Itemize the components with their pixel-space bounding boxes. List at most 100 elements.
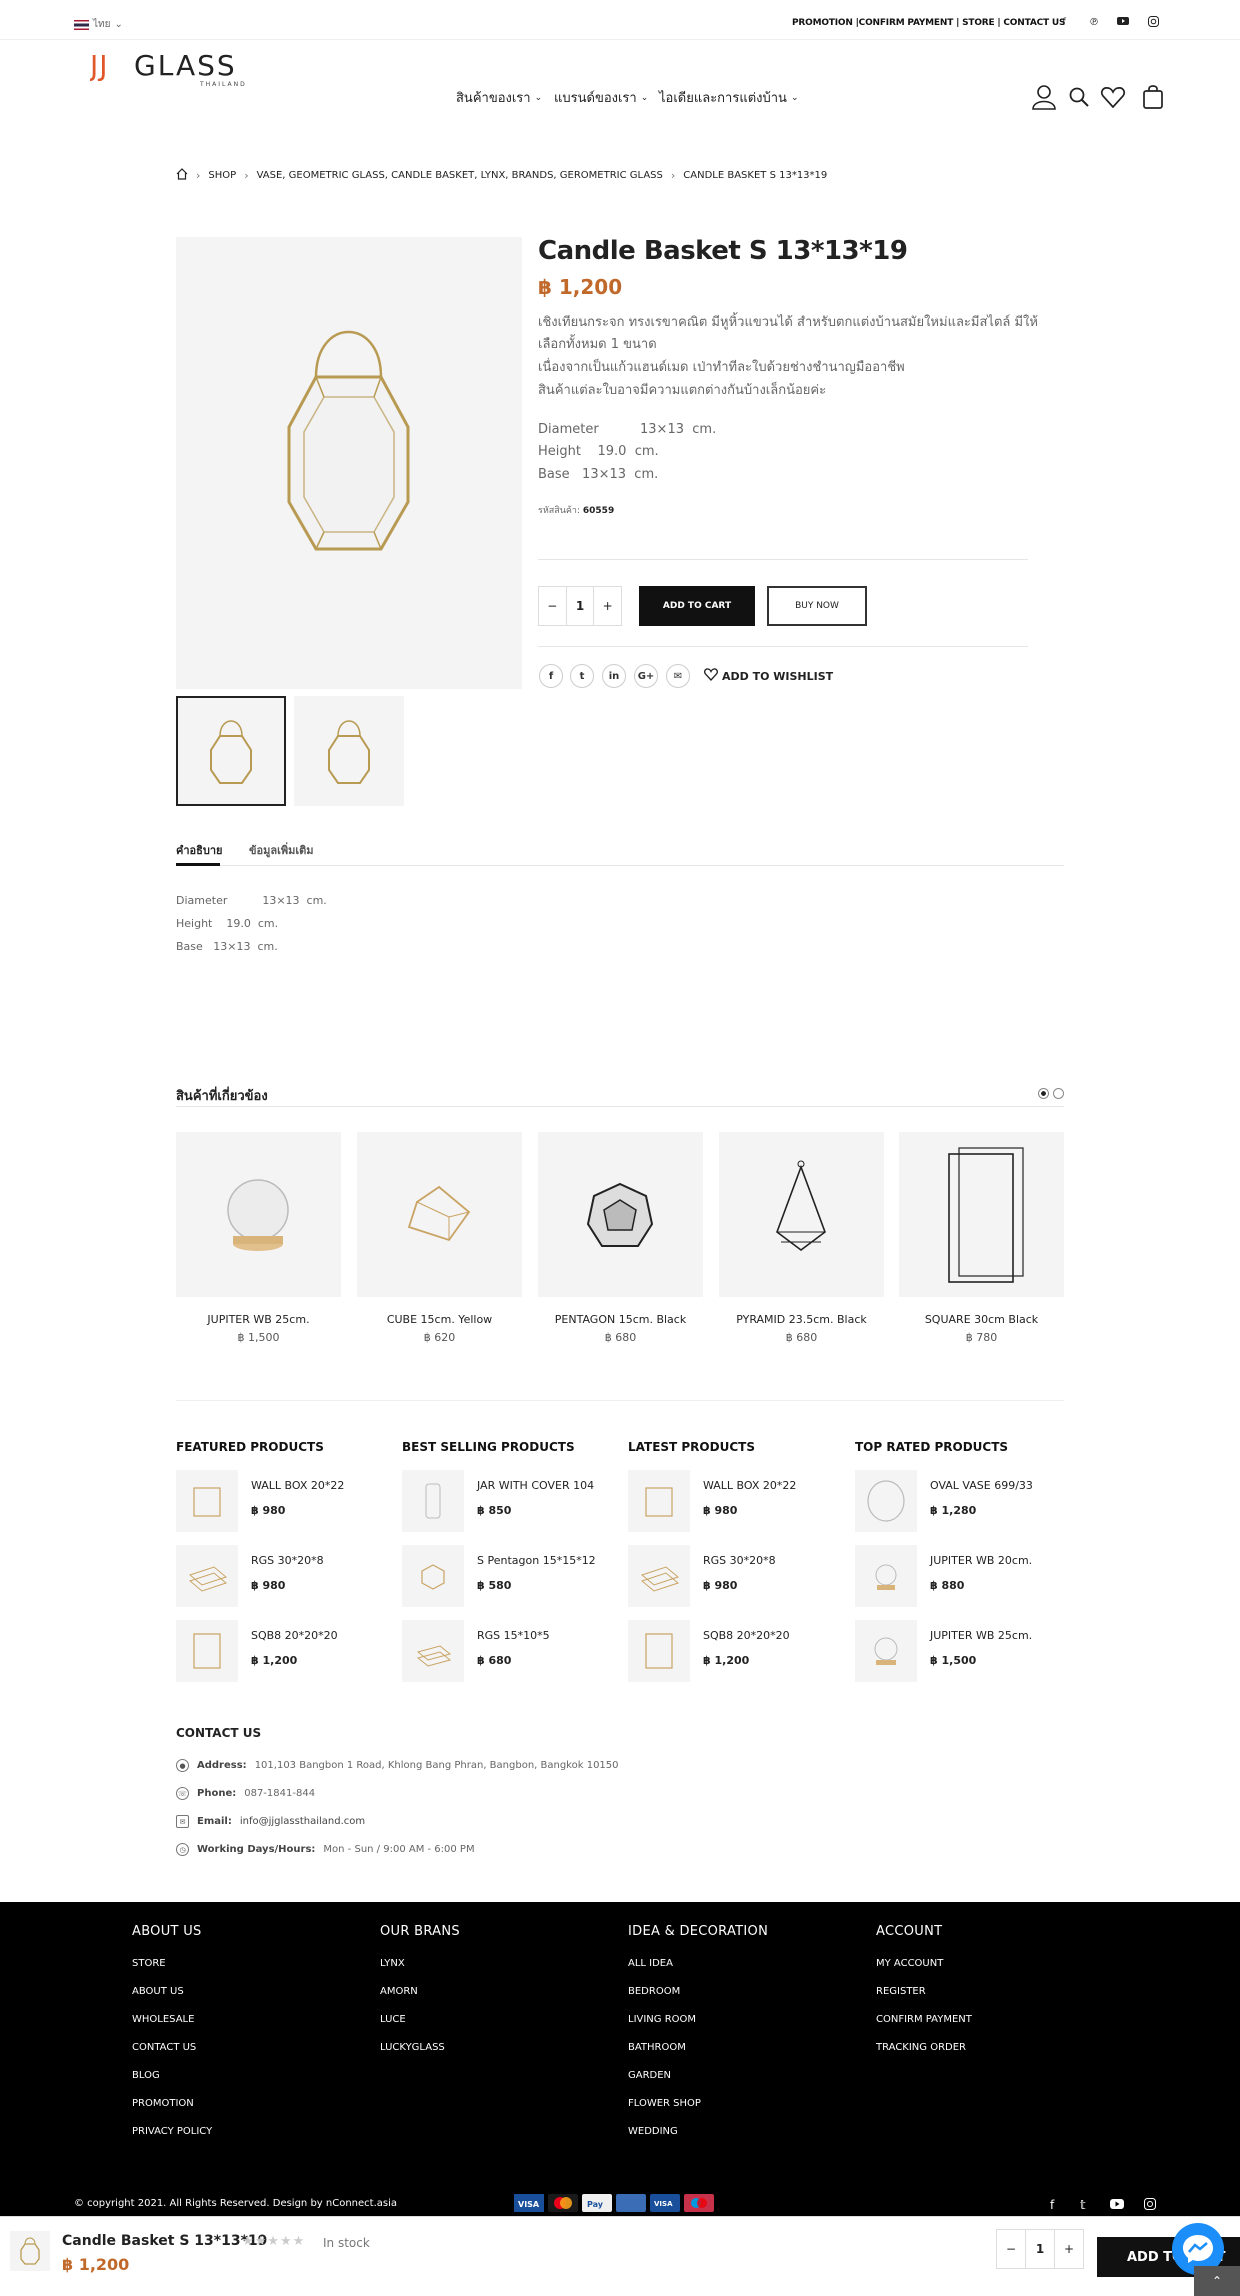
product-name[interactable]: RGS 30*20*8 (703, 1554, 776, 1567)
carousel-dot-active[interactable] (1038, 1088, 1049, 1099)
quantity-stepper[interactable]: − 1 + (538, 586, 622, 626)
widget-product[interactable]: OVAL VASE 699/33 ฿ 1,280 (855, 1470, 1065, 1532)
plus-icon[interactable]: + (1055, 2230, 1083, 2268)
wishlist-heart-icon[interactable] (1100, 84, 1126, 110)
widget-product[interactable]: RGS 15*10*5 ฿ 680 (402, 1620, 612, 1682)
product-thumbnail[interactable] (402, 1620, 464, 1682)
language-switcher[interactable]: ไทย ⌄ (74, 17, 123, 32)
footer-link[interactable]: PROMOTION (132, 2098, 194, 2109)
twitter-share-icon[interactable]: t (570, 664, 594, 688)
footer-link[interactable]: PRIVACY POLICY (132, 2126, 212, 2137)
product-thumbnail[interactable] (628, 1545, 690, 1607)
product-name[interactable]: JUPITER WB 25cm. (176, 1313, 341, 1326)
product-image[interactable] (176, 1132, 341, 1297)
product-thumbnail[interactable] (855, 1620, 917, 1682)
instagram-icon[interactable] (1144, 2198, 1156, 2213)
widget-product[interactable]: WALL BOX 20*22 ฿ 980 (176, 1470, 386, 1532)
home-icon[interactable] (176, 168, 188, 183)
footer-link[interactable]: LUCKYGLASS (380, 2042, 445, 2053)
nav-ideas[interactable]: ไอเดียและการแต่งบ้าน ⌄ (659, 87, 798, 108)
product-name[interactable]: PENTAGON 15cm. Black (538, 1313, 703, 1326)
breadcrumb-categories[interactable]: VASE, GEOMETRIC GLASS, CANDLE BASKET, LY… (257, 170, 663, 181)
related-product-card[interactable]: JUPITER WB 25cm. ฿ 1,500 (176, 1132, 341, 1344)
tab-additional-info[interactable]: ข้อมูลเพิ่มเติม (249, 841, 314, 859)
product-name[interactable]: WALL BOX 20*22 (251, 1479, 344, 1492)
pinterest-icon[interactable]: ℗ (1087, 16, 1101, 30)
widget-product[interactable]: JUPITER WB 25cm. ฿ 1,500 (855, 1620, 1065, 1682)
product-name[interactable]: S Pentagon 15*15*12 (477, 1554, 596, 1567)
product-thumbnail[interactable] (855, 1545, 917, 1607)
footer-link[interactable]: BLOG (132, 2070, 160, 2081)
search-icon[interactable] (1066, 84, 1092, 110)
footer-link[interactable]: ABOUT US (132, 1986, 184, 1997)
product-main-image[interactable] (176, 237, 522, 689)
product-thumbnail[interactable] (176, 1545, 238, 1607)
footer-link[interactable]: MY ACCOUNT (876, 1958, 943, 1969)
instagram-icon[interactable] (1146, 16, 1160, 30)
twitter-icon[interactable]: 𝕥 (1080, 2198, 1086, 2212)
facebook-icon[interactable]: f (1057, 16, 1071, 30)
tab-description[interactable]: คำอธิบาย (176, 841, 222, 859)
product-image[interactable] (357, 1132, 522, 1297)
widget-product[interactable]: JAR WITH COVER 104 ฿ 850 (402, 1470, 612, 1532)
product-name[interactable]: SQUARE 30cm Black (899, 1313, 1064, 1326)
minus-icon[interactable]: − (997, 2230, 1025, 2268)
footer-link[interactable]: GARDEN (628, 2070, 671, 2081)
facebook-share-icon[interactable]: f (539, 664, 563, 688)
product-thumbnail-1[interactable] (176, 696, 286, 806)
footer-link[interactable]: AMORN (380, 1986, 418, 1997)
product-name[interactable]: WALL BOX 20*22 (703, 1479, 796, 1492)
footer-link[interactable]: CONFIRM PAYMENT (876, 2014, 972, 2025)
quantity-value[interactable]: 1 (565, 587, 595, 625)
widget-product[interactable]: RGS 30*20*8 ฿ 980 (628, 1545, 838, 1607)
product-thumbnail[interactable] (628, 1470, 690, 1532)
related-product-card[interactable]: CUBE 15cm. Yellow ฿ 620 (357, 1132, 522, 1344)
footer-link[interactable]: BATHROOM (628, 2042, 686, 2053)
related-product-card[interactable]: PYRAMID 23.5cm. Black ฿ 680 (719, 1132, 884, 1344)
youtube-icon[interactable] (1116, 16, 1130, 30)
footer-link[interactable]: LUCE (380, 2014, 406, 2025)
minus-icon[interactable]: − (539, 587, 566, 625)
footer-link[interactable]: LYNX (380, 1958, 405, 1969)
email-value[interactable]: info@jjglassthailand.com (240, 1816, 365, 1827)
footer-link[interactable]: CONTACT US (132, 2042, 196, 2053)
product-name[interactable]: JUPITER WB 25cm. (930, 1629, 1032, 1642)
sticky-quantity-stepper[interactable]: − 1 + (996, 2229, 1084, 2269)
account-icon[interactable] (1031, 84, 1057, 110)
add-to-cart-button[interactable]: ADD TO CART (639, 586, 755, 626)
quantity-value[interactable]: 1 (1025, 2230, 1055, 2268)
nav-brands[interactable]: แบรนด์ของเรา ⌄ (554, 87, 648, 108)
footer-link[interactable]: WHOLESALE (132, 2014, 194, 2025)
product-name[interactable]: SQB8 20*20*20 (251, 1629, 338, 1642)
scroll-to-top-button[interactable]: ⌃ (1194, 2266, 1240, 2296)
product-thumbnail[interactable] (402, 1470, 464, 1532)
widget-product[interactable]: SQB8 20*20*20 ฿ 1,200 (628, 1620, 838, 1682)
product-image[interactable] (899, 1132, 1064, 1297)
phone-value[interactable]: 087-1841-844 (244, 1788, 315, 1799)
product-name[interactable]: JAR WITH COVER 104 (477, 1479, 594, 1492)
widget-product[interactable]: RGS 30*20*8 ฿ 980 (176, 1545, 386, 1607)
product-name[interactable]: RGS 30*20*8 (251, 1554, 324, 1567)
site-logo[interactable]: JJ GLASS THAILAND (88, 45, 265, 89)
product-image[interactable] (719, 1132, 884, 1297)
linkedin-share-icon[interactable]: in (602, 664, 626, 688)
cart-bag-icon[interactable] (1141, 84, 1167, 110)
product-thumbnail[interactable] (628, 1620, 690, 1682)
footer-link[interactable]: ALL IDEA (628, 1958, 673, 1969)
footer-link[interactable]: LIVING ROOM (628, 2014, 696, 2025)
widget-product[interactable]: S Pentagon 15*15*12 ฿ 580 (402, 1545, 612, 1607)
widget-product[interactable]: JUPITER WB 20cm. ฿ 880 (855, 1545, 1065, 1607)
product-name[interactable]: OVAL VASE 699/33 (930, 1479, 1033, 1492)
widget-product[interactable]: WALL BOX 20*22 ฿ 980 (628, 1470, 838, 1532)
top-links[interactable]: PROMOTION |CONFIRM PAYMENT | STORE | CON… (792, 18, 1065, 28)
footer-link[interactable]: TRACKING ORDER (876, 2042, 966, 2053)
footer-link[interactable]: FLOWER SHOP (628, 2098, 701, 2109)
youtube-icon[interactable] (1110, 2198, 1124, 2213)
add-to-wishlist-link[interactable]: ADD TO WISHLIST (704, 668, 833, 684)
buy-now-button[interactable]: BUY NOW (767, 586, 867, 626)
product-name[interactable]: CUBE 15cm. Yellow (357, 1313, 522, 1326)
email-share-icon[interactable]: ✉ (666, 664, 690, 688)
facebook-icon[interactable]: f (1050, 2198, 1054, 2212)
product-image[interactable] (538, 1132, 703, 1297)
product-name[interactable]: JUPITER WB 20cm. (930, 1554, 1032, 1567)
